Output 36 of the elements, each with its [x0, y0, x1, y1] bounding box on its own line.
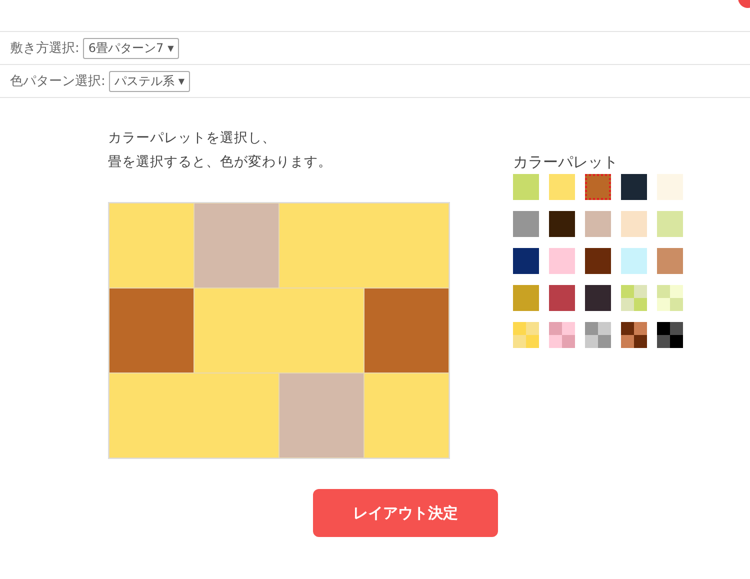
pattern-swatch[interactable] — [621, 322, 647, 348]
pattern-swatch[interactable] — [585, 322, 611, 348]
color-swatch[interactable] — [513, 285, 539, 311]
pattern-swatch[interactable] — [657, 322, 683, 348]
color-swatch[interactable] — [657, 248, 683, 274]
tatami-mat[interactable] — [109, 288, 194, 373]
layout-dropdown[interactable]: 6畳パターン7 ▼ — [83, 38, 179, 58]
color-pattern-dropdown[interactable]: パステル系 ▼ — [109, 70, 190, 92]
pattern-swatch[interactable] — [513, 322, 539, 348]
palette-title: カラーパレット — [513, 153, 619, 172]
layout-label: 敷き方選択: — [10, 40, 80, 57]
pattern-swatch[interactable] — [657, 285, 683, 311]
tatami-mat[interactable] — [364, 288, 449, 373]
color-swatch[interactable] — [549, 248, 575, 274]
color-swatch[interactable] — [585, 174, 611, 200]
color-swatch[interactable] — [549, 174, 575, 200]
color-swatch[interactable] — [585, 248, 611, 274]
tatami-mat[interactable] — [279, 373, 364, 458]
pattern-swatch[interactable] — [549, 322, 575, 348]
color-swatch[interactable] — [513, 174, 539, 200]
pattern-swatch[interactable] — [621, 285, 647, 311]
instruction-text: 畳を選択すると、色が変わります。 — [108, 153, 333, 172]
color-swatch[interactable] — [657, 174, 683, 200]
color-swatch[interactable] — [585, 211, 611, 237]
color-swatch[interactable] — [585, 285, 611, 311]
color-swatch[interactable] — [513, 248, 539, 274]
instruction-text: カラーパレットを選択し、 — [108, 129, 277, 148]
color-swatch[interactable] — [549, 285, 575, 311]
color-swatch[interactable] — [549, 211, 575, 237]
color-swatch[interactable] — [621, 174, 647, 200]
color-swatch[interactable] — [621, 211, 647, 237]
tatami-mat[interactable] — [194, 203, 279, 288]
color-swatch[interactable] — [513, 211, 539, 237]
color-swatch[interactable] — [621, 248, 647, 274]
color-swatch[interactable] — [657, 211, 683, 237]
color-pattern-label: 色パターン選択: — [10, 73, 106, 90]
